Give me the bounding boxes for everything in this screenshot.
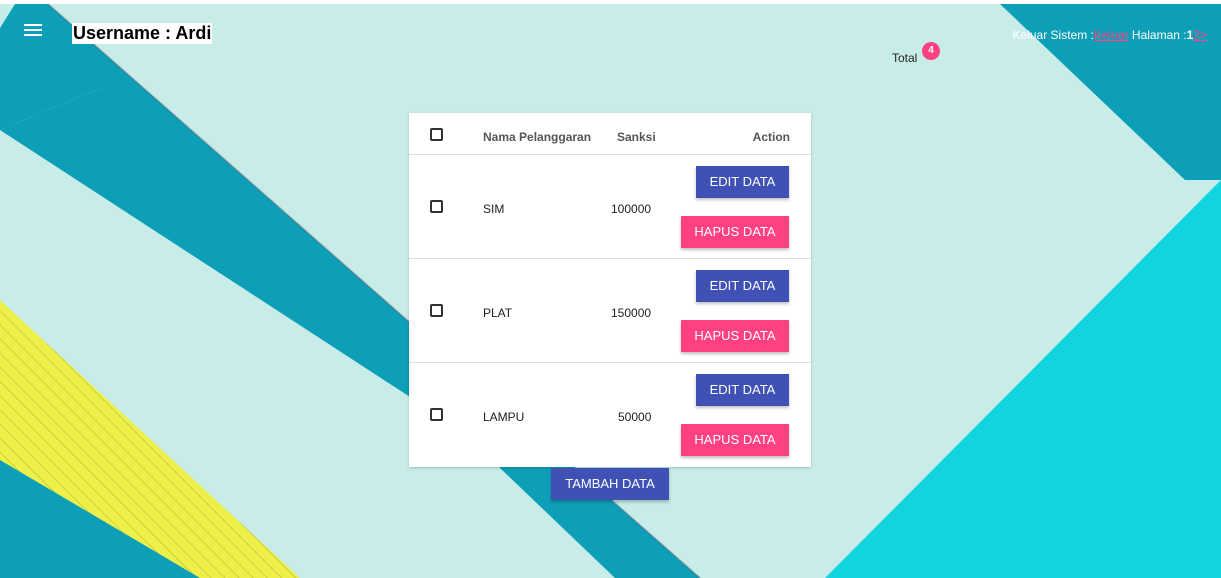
header-right: Keluar Sistem :Keluar Halaman :12> <box>1013 28 1207 42</box>
edit-data-button[interactable]: EDIT DATA <box>696 270 789 302</box>
username-label: Username : Ardi <box>72 23 213 44</box>
hapus-data-button[interactable]: HAPUS DATA <box>681 216 789 248</box>
keluar-sistem-label: Keluar Sistem : <box>1012 28 1094 42</box>
hamburger-menu-icon[interactable] <box>24 24 42 42</box>
row-checkbox[interactable] <box>430 408 443 421</box>
col-sanksi: Sanksi <box>617 130 656 144</box>
cell-nama: PLAT <box>483 306 513 320</box>
table-row: PLAT 150000 EDIT DATA HAPUS DATA <box>409 259 811 363</box>
cell-nama: LAMPU <box>483 410 525 424</box>
page-2-link[interactable]: 2 <box>1193 28 1200 42</box>
hapus-data-button[interactable]: HAPUS DATA <box>681 424 789 456</box>
cell-sanksi: 150000 <box>611 306 652 320</box>
data-table: Nama Pelanggaran Sanksi Action SIM 10000… <box>409 113 811 467</box>
keluar-link[interactable]: Keluar <box>1094 28 1129 42</box>
page-next-link[interactable]: > <box>1200 28 1207 42</box>
table-row: SIM 100000 EDIT DATA HAPUS DATA <box>409 155 811 259</box>
table-row: LAMPU 50000 EDIT DATA HAPUS DATA <box>409 363 811 467</box>
row-checkbox[interactable] <box>430 200 443 213</box>
hapus-data-button[interactable]: HAPUS DATA <box>681 320 789 352</box>
edit-data-button[interactable]: EDIT DATA <box>696 374 789 406</box>
cell-sanksi: 100000 <box>611 202 652 216</box>
total-label: Total <box>892 51 918 65</box>
cell-sanksi: 50000 <box>618 410 652 424</box>
col-action: Action <box>752 130 790 144</box>
row-checkbox[interactable] <box>430 304 443 317</box>
tambah-data-button[interactable]: TAMBAH DATA <box>551 468 669 500</box>
cell-nama: SIM <box>483 202 505 216</box>
select-all-checkbox[interactable] <box>430 128 443 141</box>
table-header: Nama Pelanggaran Sanksi Action <box>409 113 811 155</box>
edit-data-button[interactable]: EDIT DATA <box>696 166 789 198</box>
col-nama-pelanggaran: Nama Pelanggaran <box>483 130 592 144</box>
halaman-label: Halaman : <box>1128 28 1187 42</box>
total-count-badge: 4 <box>922 42 940 60</box>
